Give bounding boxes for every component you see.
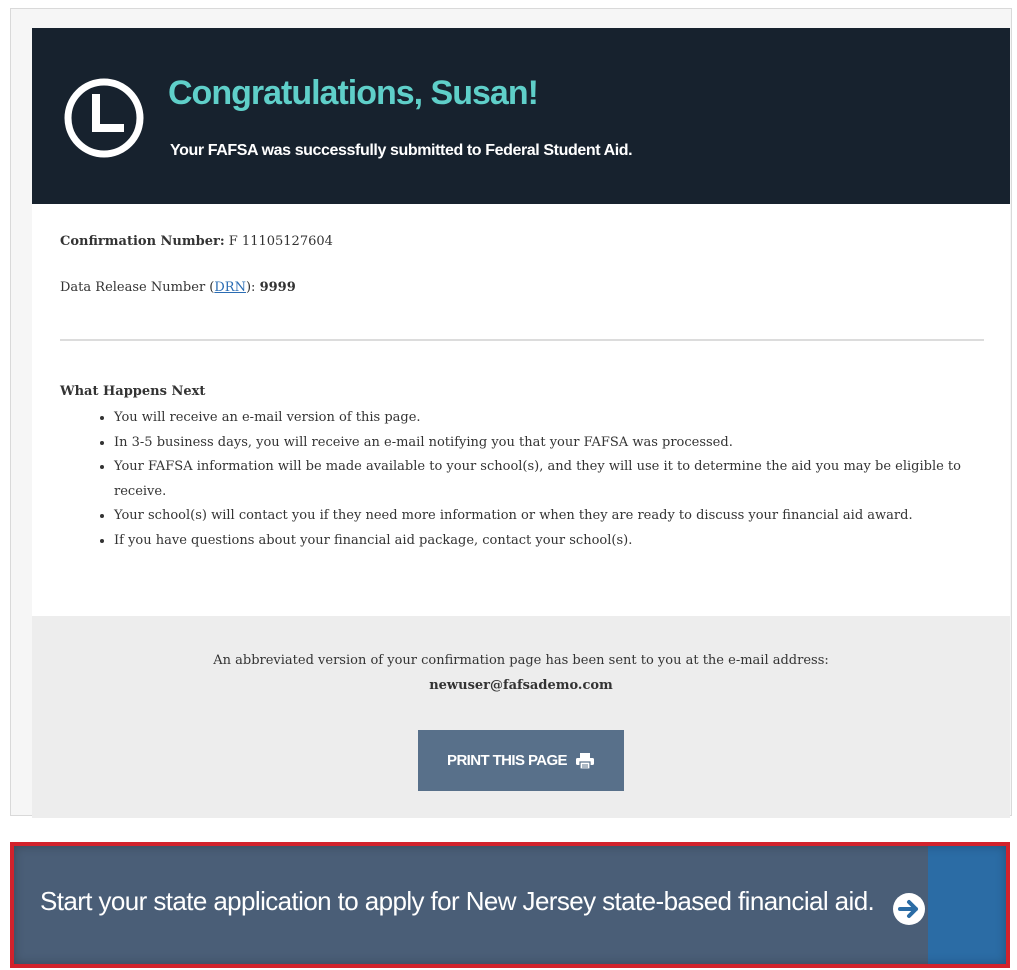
- state-application-button[interactable]: Start your state application to apply fo…: [10, 842, 1010, 968]
- success-banner: Congratulations, Susan! Your FAFSA was s…: [32, 28, 1010, 204]
- drn-suffix: ):: [245, 280, 256, 295]
- print-button[interactable]: PRINT THIS PAGE: [418, 730, 624, 791]
- page-title: Congratulations, Susan!: [168, 74, 539, 112]
- arrow-right-circle-icon: [893, 893, 925, 925]
- confirmation-number-row: Confirmation Number: F 11105127604: [60, 234, 333, 249]
- drn-row: Data Release Number (DRN): 9999: [60, 280, 296, 295]
- confirmation-card: Congratulations, Susan! Your FAFSA was s…: [32, 28, 1010, 818]
- drn-prefix: Data Release Number (: [60, 280, 215, 295]
- confirmation-number-value: F 11105127604: [228, 234, 333, 249]
- what-happens-next-list: You will receive an e-mail version of th…: [88, 406, 978, 553]
- list-item: Your school(s) will contact you if they …: [114, 504, 978, 529]
- list-item: You will receive an e-mail version of th…: [114, 406, 978, 431]
- page-subtitle: Your FAFSA was successfully submitted to…: [170, 142, 633, 159]
- list-item: In 3-5 business days, you will receive a…: [114, 431, 978, 456]
- list-item: If you have questions about your financi…: [114, 529, 978, 554]
- print-button-label: PRINT THIS PAGE: [447, 752, 568, 769]
- drn-link[interactable]: DRN: [214, 280, 246, 295]
- state-application-text: Start your state application to apply fo…: [40, 886, 875, 916]
- email-notice-text: An abbreviated version of your confirmat…: [213, 653, 829, 668]
- printer-icon: [575, 752, 594, 770]
- list-item: Your FAFSA information will be made avai…: [114, 455, 978, 504]
- what-happens-next-heading: What Happens Next: [60, 384, 206, 399]
- confirmation-number-label: Confirmation Number:: [60, 234, 225, 249]
- clock-icon: [64, 78, 144, 158]
- email-address: newuser@fafsademo.com: [429, 678, 613, 693]
- email-notice-panel: An abbreviated version of your confirmat…: [32, 616, 1010, 818]
- cta-accent-block: [928, 846, 1006, 964]
- drn-value: 9999: [259, 280, 296, 295]
- section-divider: [60, 339, 984, 341]
